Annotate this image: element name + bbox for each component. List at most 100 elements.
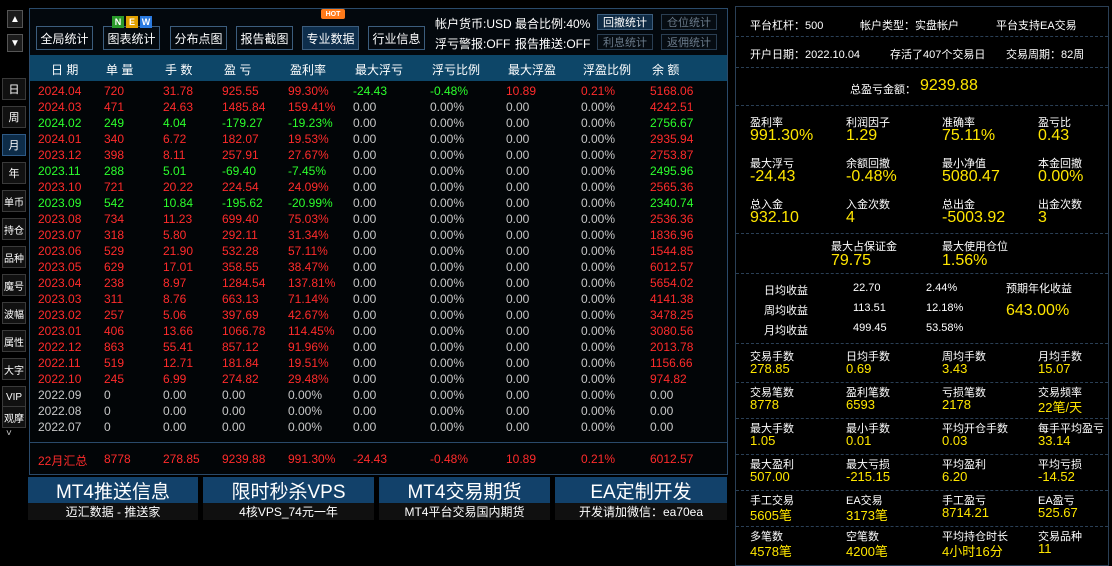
tab-month[interactable]: 月 [2,134,26,156]
stat-value: 6.20 [942,469,968,484]
stat-value: 4 [846,209,855,226]
position-stats-button[interactable]: 仓位统计 [661,14,717,30]
col-pnl: 182.07 [222,132,259,146]
col-date: 2022.07 [38,420,82,434]
col-max-drawdown: 0.00 [353,164,377,178]
annual-return-label: 预期年化收益 [1006,283,1072,295]
tab-volatility[interactable]: 波幅 [2,302,26,324]
tab-year[interactable]: 年 [2,162,26,184]
stats-panel: 平台杠杆：500 帐户类型：实盘帐户 平台支持EA交易 开户日期：2022.10… [735,6,1109,566]
interest-stats-button[interactable]: 利息统计 [597,34,653,50]
stat-value: 1.56% [942,252,988,269]
col-balance: 1156.66 [650,356,693,370]
col-max-drawdown: 0.00 [353,100,377,114]
scroll-up-button[interactable]: ▲ [7,10,23,28]
col-date: 2022.10 [38,372,82,386]
stat-value: 3.43 [942,361,968,376]
col-pnl: 292.11 [222,228,258,242]
col-max-float-profit: 0.00 [506,180,530,194]
return-amount: 22.70 [853,282,881,294]
col-max-float-profit: 0.00 [506,308,530,322]
col-rate: 0.00% [288,404,323,418]
col-max-float-profit: 0.00 [506,196,530,210]
col-balance: 3478.25 [650,308,694,322]
col-lots: 21.90 [163,244,194,258]
tab-attributes[interactable]: 属性 [2,330,26,352]
stat-value: 4200笔 [846,544,888,559]
col-date: 2024.03 [38,100,82,114]
summary-row: 22月汇总 8778 278.85 9239.88 991.30% -24.43 -0.48… [30,451,727,468]
col-drawdown-ratio: 0.00% [430,212,465,226]
table-row: 2023.09 542 10.84 -195.62 -20.99% 0.00 0.00% 0.… [30,195,727,211]
rebate-stats-button[interactable]: 返佣统计 [661,34,717,50]
col-balance: 2536.36 [650,212,694,226]
col-orders: 0 [104,404,111,418]
tab-positions[interactable]: 持仓 [2,218,26,240]
tab-symbols[interactable]: 品种 [2,246,26,268]
col-date: 2023.08 [38,212,82,226]
tab-week[interactable]: 周 [2,106,26,128]
col-max-drawdown: 0.00 [353,420,377,434]
stat-value: 0.01 [846,433,872,448]
col-pnl-header: 盈 亏 [224,63,252,77]
ad-mt4-futures[interactable]: MT4交易期货 MT4平台交易国内期货 [379,477,550,520]
col-lots: 11.23 [163,212,193,226]
distribution-chart-button[interactable]: 分布点图 [170,26,227,50]
tab-observe[interactable]: 观摩 [2,406,26,428]
report-push-status: 报告推送:OFF [515,37,591,51]
col-max-drawdown: 0.00 [353,276,377,290]
stat-value: 33.14 [1038,433,1071,448]
return-label: 日均收益 [764,285,808,297]
col-float-profit-ratio: 0.21% [581,84,616,98]
stat-value: 1.05 [750,433,776,448]
col-max-drawdown: 0.00 [353,372,377,386]
col-orders: 720 [104,84,125,98]
ad-vps-sale[interactable]: 限时秒杀VPS 4核VPS_74元一年 [203,477,374,520]
col-lots: 5.01 [163,164,187,178]
divider [736,233,1108,234]
tab-large-font[interactable]: 大字 [2,358,26,380]
chart-stats-button[interactable]: 图表统计 [103,26,160,50]
tab-magic-number[interactable]: 魔号 [2,274,26,296]
col-orders: 0 [104,420,111,434]
col-max-float-profit: 0.00 [506,324,530,338]
tab-single-currency[interactable]: 单币 [2,190,26,212]
col-drawdown-ratio: 0.00% [430,372,465,386]
col-pnl: 1284.54 [222,276,266,290]
industry-info-button[interactable]: 行业信息 [368,26,425,50]
ad-mt4-push[interactable]: MT4推送信息 迈汇数据 - 推送家 [28,477,198,520]
ad-ea-custom[interactable]: EA定制开发 开发请加微信：ea70ea [555,477,727,520]
col-lots: 31.78 [163,84,194,98]
drawdown-stats-button[interactable]: 回撤统计 [597,14,653,30]
col-pnl: 925.55 [222,84,259,98]
col-pnl: 0.00 [222,388,246,402]
global-stats-button[interactable]: 全局统计 [36,26,93,50]
col-balance: 2340.74 [650,196,694,210]
divider [736,454,1108,455]
col-rate: 159.41% [288,100,336,114]
col-lots: 5.06 [163,308,187,322]
new-badge-e: E [126,16,138,28]
return-label: 月均收益 [764,325,808,337]
col-lots: 24.63 [163,100,194,114]
col-balance: 3080.56 [650,324,694,338]
pro-data-button[interactable]: 专业数据 [302,26,359,50]
ad-title: 限时秒杀VPS [203,477,374,503]
col-drawdown-ratio: 0.00% [430,420,465,434]
col-lots: 17.01 [163,260,194,274]
stat-value: 5605笔 [750,508,792,523]
open-date: 开户日期：2022.10.04 [750,49,861,61]
col-lots: 8.97 [163,276,187,290]
col-max-float-profit: 0.00 [506,292,530,306]
col-date: 2022.12 [38,340,82,354]
scroll-down-button[interactable]: ▼ [7,34,23,52]
col-pnl: 0.00 [222,404,246,418]
col-balance: 4141.38 [650,292,694,306]
col-drawdown-ratio: 0.00% [430,404,465,418]
summary-col-float-profit-ratio: 0.21% [581,452,616,466]
chevron-down-icon[interactable]: ˅ [6,428,12,439]
col-drawdown-ratio: 0.00% [430,100,465,114]
tab-vip[interactable]: VIP [2,386,26,408]
tab-day[interactable]: 日 [2,78,26,100]
report-screenshot-button[interactable]: 报告截图 [236,26,293,50]
